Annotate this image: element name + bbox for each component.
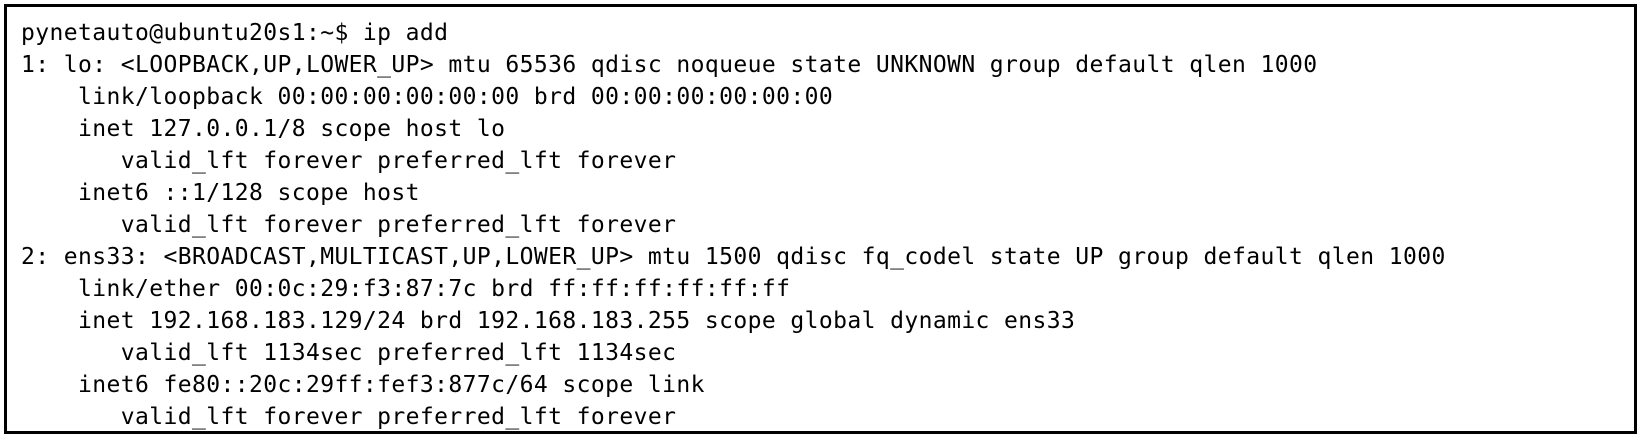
output-line-ens33-inet: inet 192.168.183.129/24 brd 192.168.183.… — [21, 308, 1076, 334]
output-line-ens33-inet6: inet6 fe80::20c:29ff:fef3:877c/64 scope … — [21, 372, 705, 398]
output-line-ens33-header: 2: ens33: <BROADCAST,MULTICAST,UP,LOWER_… — [21, 244, 1446, 270]
output-line-lo-inet-lifetime: valid_lft forever preferred_lft forever — [21, 148, 677, 174]
output-line-ens33-link: link/ether 00:0c:29:f3:87:7c brd ff:ff:f… — [21, 276, 791, 302]
output-line-lo-inet6-lifetime: valid_lft forever preferred_lft forever — [21, 212, 677, 238]
output-line-lo-header: 1: lo: <LOOPBACK,UP,LOWER_UP> mtu 65536 … — [21, 52, 1318, 78]
output-line-ens33-inet6-lifetime: valid_lft forever preferred_lft forever — [21, 404, 677, 430]
output-line-lo-link: link/loopback 00:00:00:00:00:00 brd 00:0… — [21, 84, 834, 110]
command-prompt-line: pynetauto@ubuntu20s1:~$ ip add — [21, 20, 449, 46]
output-line-lo-inet: inet 127.0.0.1/8 scope host lo — [21, 116, 506, 142]
terminal-window[interactable]: pynetauto@ubuntu20s1:~$ ip add 1: lo: <L… — [4, 4, 1637, 434]
output-line-ens33-inet-lifetime: valid_lft 1134sec preferred_lft 1134sec — [21, 340, 677, 366]
terminal-output: pynetauto@ubuntu20s1:~$ ip add 1: lo: <L… — [21, 17, 1624, 431]
output-line-lo-inet6: inet6 ::1/128 scope host — [21, 180, 420, 206]
